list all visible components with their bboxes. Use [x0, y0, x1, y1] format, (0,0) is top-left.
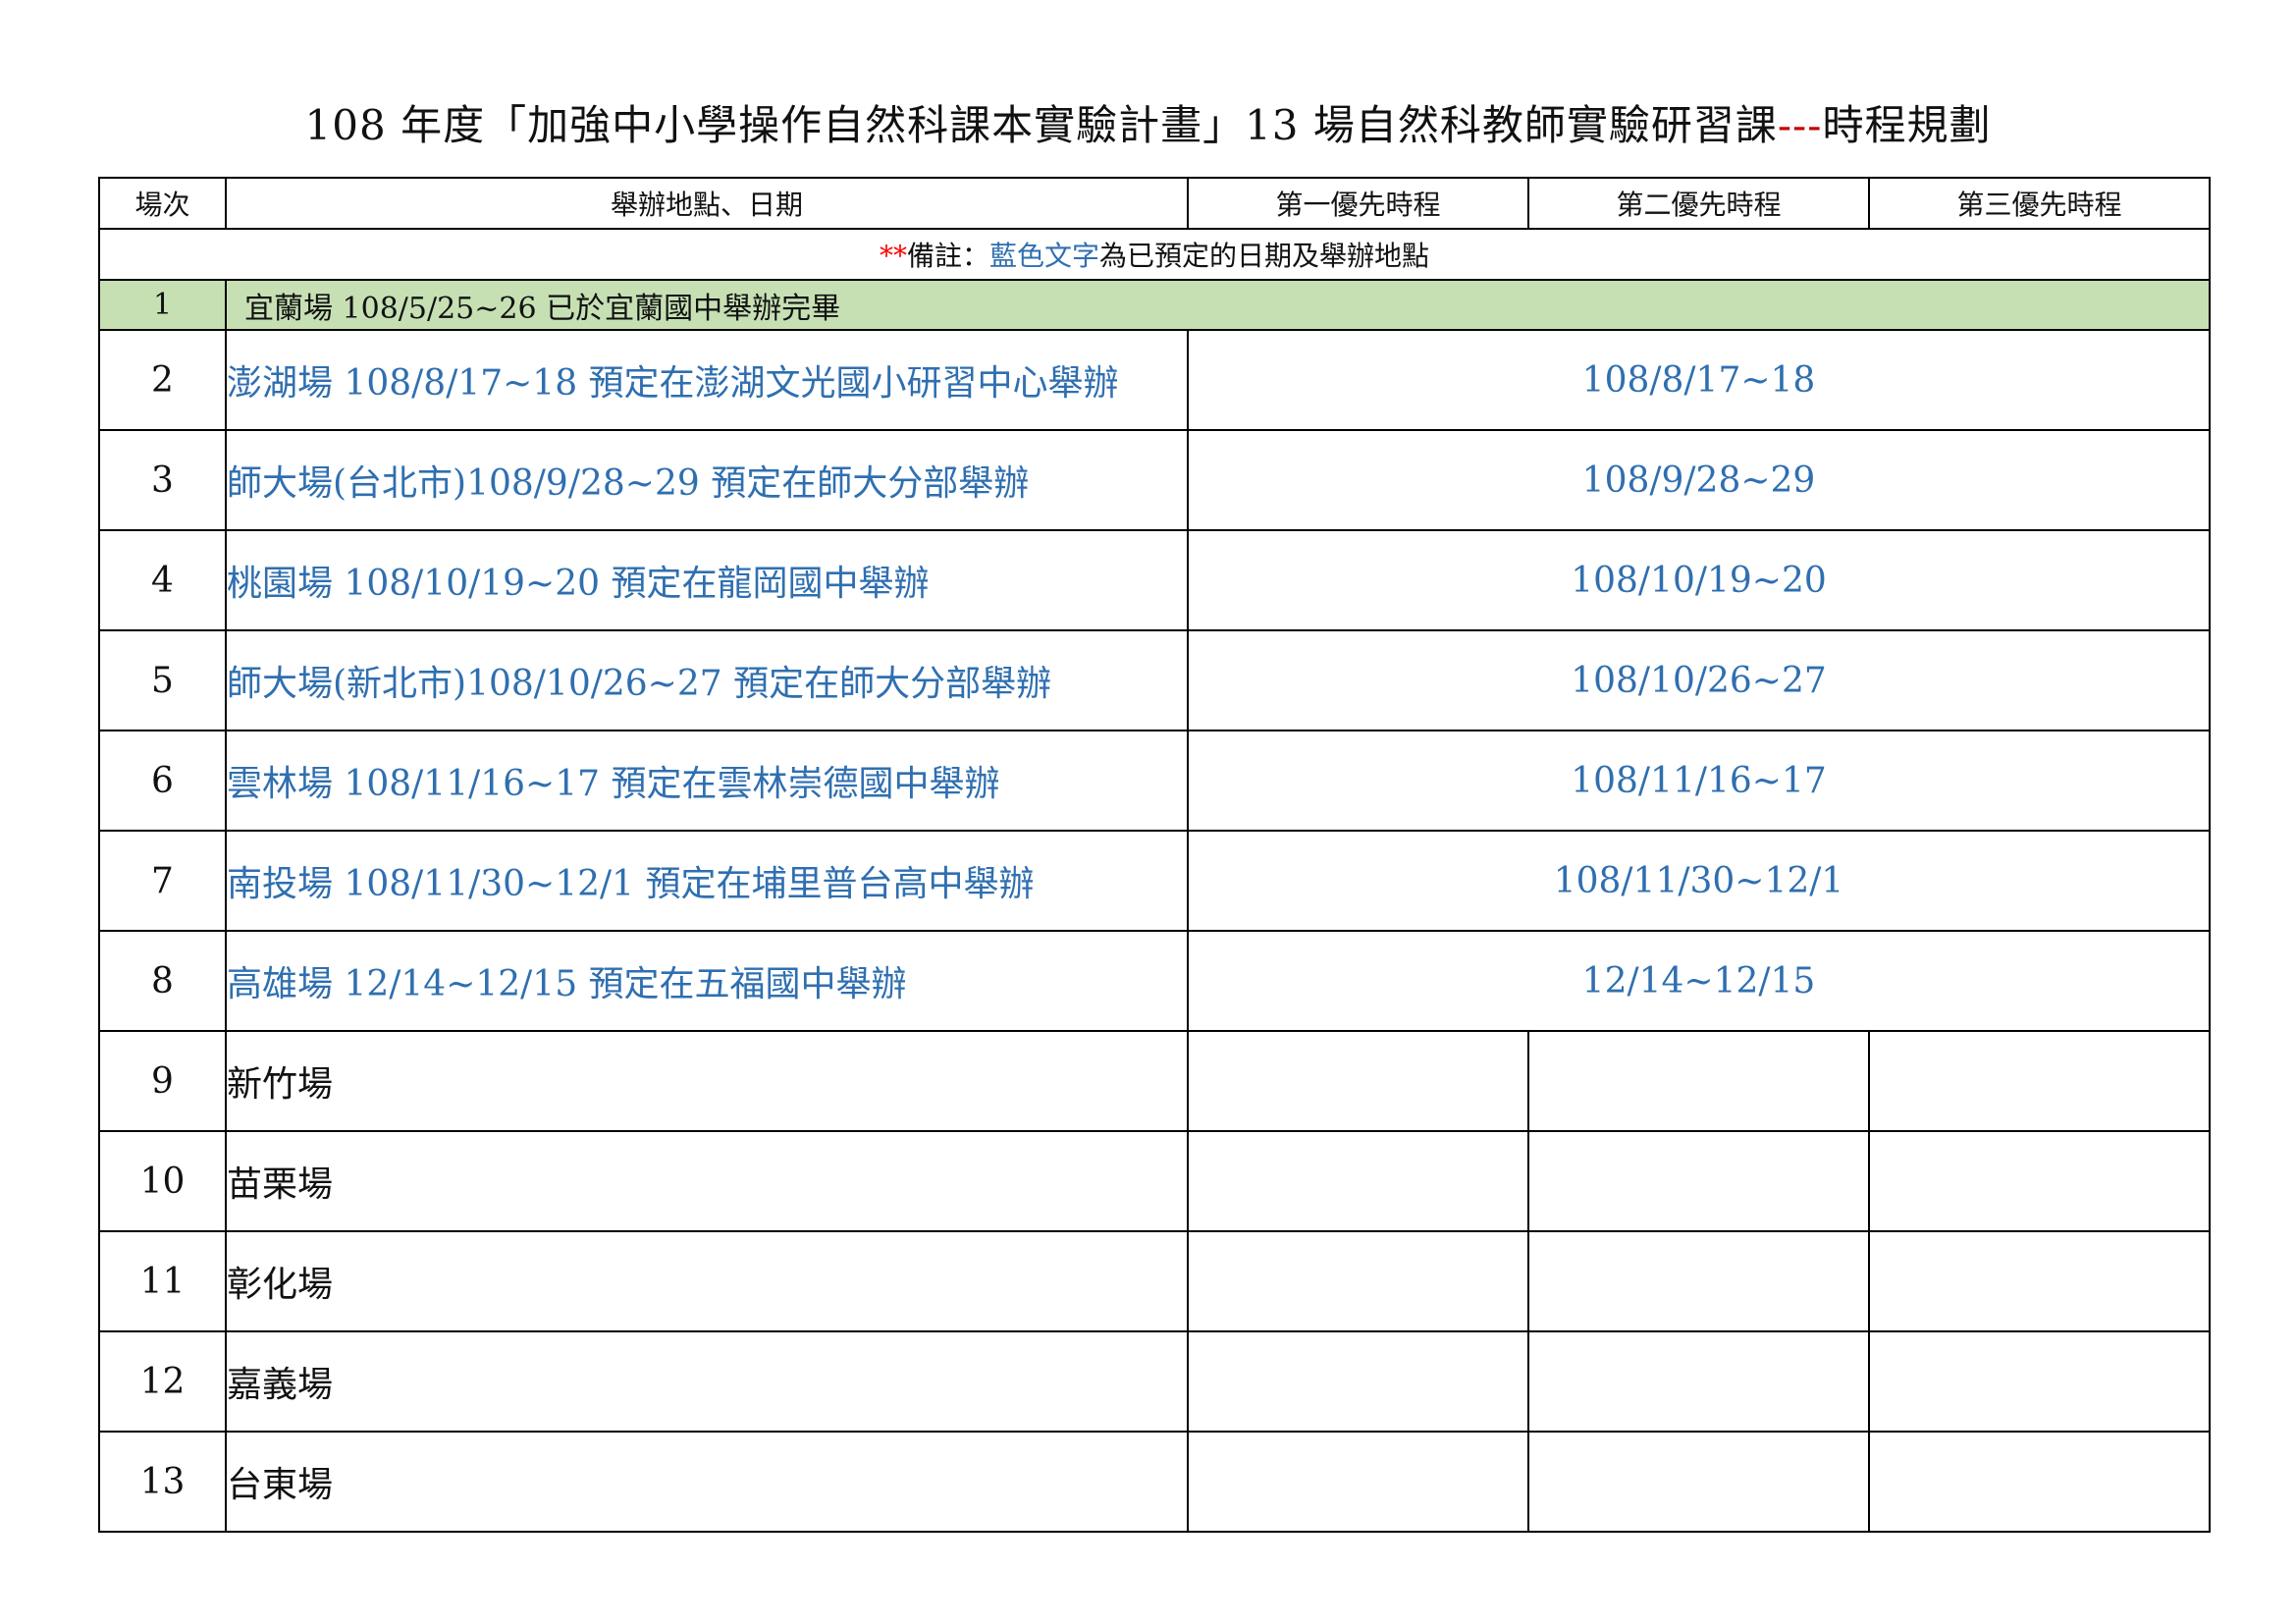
- third-priority-cell: [1868, 1230, 2211, 1332]
- session-number: 3: [98, 429, 227, 531]
- scheduled-date: 108/11/30~12/1: [1187, 830, 2211, 932]
- header-first-priority: 第一優先時程: [1187, 177, 1529, 230]
- session-location: 高雄場 12/14~12/15 預定在五福國中舉辦: [225, 930, 1189, 1032]
- table-row: 2 澎湖場 108/8/17~18 預定在澎湖文光國小研習中心舉辦 108/8/17…: [98, 329, 2211, 431]
- third-priority-cell: [1868, 1030, 2211, 1132]
- session-number: 6: [98, 730, 227, 832]
- second-priority-cell: [1527, 1130, 1870, 1232]
- schedule-table: 場次 舉辦地點、日期 第一優先時程 第二優先時程 第三優先時程 **備註：藍色文…: [98, 177, 2211, 1533]
- title-suffix: 時程規劃: [1822, 101, 1992, 149]
- scheduled-date: 12/14~12/15: [1187, 930, 2211, 1032]
- first-priority-cell: [1187, 1030, 1529, 1132]
- session-location: 桃園場 108/10/19~20 預定在龍岡國中舉辦: [225, 529, 1189, 631]
- session-location: 宜蘭場 108/5/25~26 已於宜蘭國中舉辦完畢: [225, 279, 2211, 331]
- session-location: 新竹場: [225, 1030, 1189, 1132]
- session-location: 台東場: [225, 1431, 1189, 1533]
- third-priority-cell: [1868, 1130, 2211, 1232]
- session-number: 10: [98, 1130, 227, 1232]
- session-location: 南投場 108/11/30~12/1 預定在埔里普台高中舉辦: [225, 830, 1189, 932]
- session-number: 13: [98, 1431, 227, 1533]
- session-number: 12: [98, 1330, 227, 1433]
- table-row: 13 台東場: [98, 1431, 2211, 1533]
- session-location: 師大場(台北市)108/9/28~29 預定在師大分部舉辦: [225, 429, 1189, 531]
- session-number: 9: [98, 1030, 227, 1132]
- table-row: 12 嘉義場: [98, 1330, 2211, 1433]
- header-session: 場次: [98, 177, 227, 230]
- session-location: 彰化場: [225, 1230, 1189, 1332]
- second-priority-cell: [1527, 1030, 1870, 1132]
- scheduled-date: 108/9/28~29: [1187, 429, 2211, 531]
- page-title: 108 年度「加強中小學操作自然科課本實驗計畫」13 場自然科教師實驗研習課--…: [0, 96, 2296, 155]
- table-row: 7 南投場 108/11/30~12/1 預定在埔里普台高中舉辦 108/11/30…: [98, 830, 2211, 932]
- session-location: 師大場(新北市)108/10/26~27 預定在師大分部舉辦: [225, 629, 1189, 731]
- session-number: 1: [98, 279, 227, 331]
- title-dashes: ---: [1777, 101, 1823, 149]
- note-cell: **備註：藍色文字為已預定的日期及舉辦地點: [98, 228, 2211, 281]
- table-row: 9 新竹場: [98, 1030, 2211, 1132]
- table-row: 6 雲林場 108/11/16~17 預定在雲林崇德國中舉辦 108/11/16~1…: [98, 730, 2211, 832]
- table-row: 10 苗栗場: [98, 1130, 2211, 1232]
- table-header-row: 場次 舉辦地點、日期 第一優先時程 第二優先時程 第三優先時程: [98, 177, 2211, 230]
- first-priority-cell: [1187, 1230, 1529, 1332]
- note-row: **備註：藍色文字為已預定的日期及舉辦地點: [98, 228, 2211, 281]
- session-number: 5: [98, 629, 227, 731]
- session-location: 苗栗場: [225, 1130, 1189, 1232]
- note-blue-text: 藍色文字: [988, 240, 1099, 272]
- table-row-completed: 1 宜蘭場 108/5/25~26 已於宜蘭國中舉辦完畢: [98, 279, 2211, 331]
- scheduled-date: 108/8/17~18: [1187, 329, 2211, 431]
- note-suffix: 為已預定的日期及舉辦地點: [1099, 240, 1430, 272]
- table-row: 3 師大場(台北市)108/9/28~29 預定在師大分部舉辦 108/9/28~2…: [98, 429, 2211, 531]
- second-priority-cell: [1527, 1431, 1870, 1533]
- table-row: 8 高雄場 12/14~12/15 預定在五福國中舉辦 12/14~12/15: [98, 930, 2211, 1032]
- header-third-priority: 第三優先時程: [1868, 177, 2211, 230]
- scheduled-date: 108/11/16~17: [1187, 730, 2211, 832]
- first-priority-cell: [1187, 1431, 1529, 1533]
- third-priority-cell: [1868, 1431, 2211, 1533]
- scheduled-date: 108/10/19~20: [1187, 529, 2211, 631]
- table-row: 11 彰化場: [98, 1230, 2211, 1332]
- session-location: 嘉義場: [225, 1330, 1189, 1433]
- session-number: 7: [98, 830, 227, 932]
- third-priority-cell: [1868, 1330, 2211, 1433]
- scheduled-date: 108/10/26~27: [1187, 629, 2211, 731]
- scheduled-rows: 2 澎湖場 108/8/17~18 預定在澎湖文光國小研習中心舉辦 108/8/17…: [98, 329, 2211, 1032]
- session-number: 8: [98, 930, 227, 1032]
- session-number: 11: [98, 1230, 227, 1332]
- open-rows: 9 新竹場 10 苗栗場 11 彰化場 12 嘉義場 13 台東場: [98, 1030, 2211, 1533]
- session-location: 雲林場 108/11/16~17 預定在雲林崇德國中舉辦: [225, 730, 1189, 832]
- session-location: 澎湖場 108/8/17~18 預定在澎湖文光國小研習中心舉辦: [225, 329, 1189, 431]
- first-priority-cell: [1187, 1130, 1529, 1232]
- second-priority-cell: [1527, 1330, 1870, 1433]
- note-stars: **: [879, 240, 907, 272]
- note-prefix: 備註：: [906, 240, 989, 272]
- header-location-date: 舉辦地點、日期: [225, 177, 1189, 230]
- first-priority-cell: [1187, 1330, 1529, 1433]
- second-priority-cell: [1527, 1230, 1870, 1332]
- session-number: 4: [98, 529, 227, 631]
- table-row: 4 桃園場 108/10/19~20 預定在龍岡國中舉辦 108/10/19~20: [98, 529, 2211, 631]
- session-number: 2: [98, 329, 227, 431]
- header-second-priority: 第二優先時程: [1527, 177, 1870, 230]
- table-row: 5 師大場(新北市)108/10/26~27 預定在師大分部舉辦 108/10/26…: [98, 629, 2211, 731]
- title-main: 108 年度「加強中小學操作自然科課本實驗計畫」13 場自然科教師實驗研習課: [304, 101, 1778, 149]
